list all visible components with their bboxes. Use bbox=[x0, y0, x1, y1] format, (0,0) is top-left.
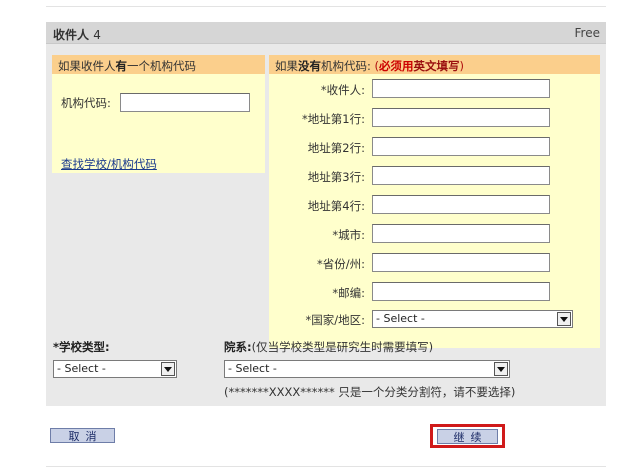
country-label: *国家/地区: bbox=[305, 313, 366, 327]
chevron-down-icon[interactable] bbox=[161, 362, 175, 376]
recipient-title: 收件人 4 bbox=[53, 26, 101, 43]
address-line2-input[interactable] bbox=[372, 137, 550, 156]
heading-text: 如果收件人 bbox=[58, 59, 116, 73]
institution-code-label: 机构代码: bbox=[61, 96, 111, 110]
school-type-label: *学校类型: bbox=[53, 339, 110, 355]
department-select[interactable]: - Select - bbox=[224, 360, 510, 378]
find-institution-code-link[interactable]: 查找学校/机构代码 bbox=[61, 156, 157, 172]
country-select[interactable]: - Select - bbox=[372, 310, 573, 328]
city-input[interactable] bbox=[372, 224, 550, 243]
cancel-button[interactable]: 取消 bbox=[50, 428, 115, 443]
heading-text: 机构代码: bbox=[321, 59, 371, 73]
recipient-title-text: 收件人 bbox=[53, 28, 90, 42]
manual-address-section: 如果没有机构代码: (必须用英文填写) *收件人: *地址第1行: 地址第2行:… bbox=[269, 55, 600, 348]
chevron-down-icon[interactable] bbox=[557, 312, 571, 326]
recipient-panel: 收件人 4 Free 如果收件人有一个机构代码 机构代码: 查找学校/机构代码 … bbox=[46, 22, 606, 406]
address-line4-label: 地址第4行: bbox=[307, 199, 365, 213]
postcode-label: *邮编: bbox=[332, 286, 365, 300]
heading-text: 一个机构代码 bbox=[127, 59, 196, 73]
chevron-down-icon[interactable] bbox=[494, 362, 508, 376]
continue-button[interactable]: 继续 bbox=[437, 429, 498, 444]
address-line2-label: 地址第2行: bbox=[307, 141, 365, 155]
heading-note-paren: ) bbox=[459, 59, 465, 73]
address-line4-input[interactable] bbox=[372, 195, 550, 214]
heading-note-bold: 英文填写 bbox=[413, 59, 460, 73]
department-label-bold: 院系: bbox=[224, 340, 252, 354]
heading-bold-text: 没有 bbox=[298, 59, 321, 73]
address-line1-input[interactable] bbox=[372, 108, 550, 127]
bottom-divider bbox=[46, 466, 606, 467]
department-selected-value: - Select - bbox=[228, 362, 277, 375]
heading-bold-text: 有 bbox=[115, 59, 128, 73]
heading-text: 如果 bbox=[275, 59, 298, 73]
school-type-label-text: *学校类型: bbox=[53, 340, 110, 354]
institution-code-heading: 如果收件人有一个机构代码 bbox=[52, 55, 265, 74]
city-label: *城市: bbox=[332, 228, 365, 242]
province-label: *省份/州: bbox=[317, 257, 365, 271]
school-type-selected-value: - Select - bbox=[57, 362, 106, 375]
school-type-select[interactable]: - Select - bbox=[53, 360, 177, 378]
address-line3-label: 地址第3行: bbox=[307, 170, 365, 184]
heading-note-red: 必须用 bbox=[379, 59, 414, 73]
free-badge: Free bbox=[574, 26, 600, 40]
country-selected-value: - Select - bbox=[376, 312, 425, 325]
postcode-input[interactable] bbox=[372, 282, 550, 301]
institution-code-input[interactable] bbox=[120, 93, 250, 112]
address-line1-label: *地址第1行: bbox=[302, 112, 365, 126]
department-label: 院系:(仅当学校类型是研究生时需要填写) bbox=[224, 339, 433, 355]
top-divider bbox=[46, 6, 606, 7]
address-line3-input[interactable] bbox=[372, 166, 550, 185]
province-input[interactable] bbox=[372, 253, 550, 272]
recipient-name-label: *收件人: bbox=[320, 83, 365, 97]
manual-address-heading: 如果没有机构代码: (必须用英文填写) bbox=[269, 55, 600, 74]
recipient-number: 4 bbox=[93, 28, 101, 42]
recipient-name-input[interactable] bbox=[372, 79, 550, 98]
separator-note: (*******XXXX****** 只是一个分类分割符，请不要选择) bbox=[224, 385, 516, 399]
department-label-note: (仅当学校类型是研究生时需要填写) bbox=[251, 340, 434, 354]
institution-code-section: 如果收件人有一个机构代码 机构代码: 查找学校/机构代码 bbox=[52, 55, 265, 173]
recipient-header: 收件人 4 Free bbox=[46, 22, 606, 44]
